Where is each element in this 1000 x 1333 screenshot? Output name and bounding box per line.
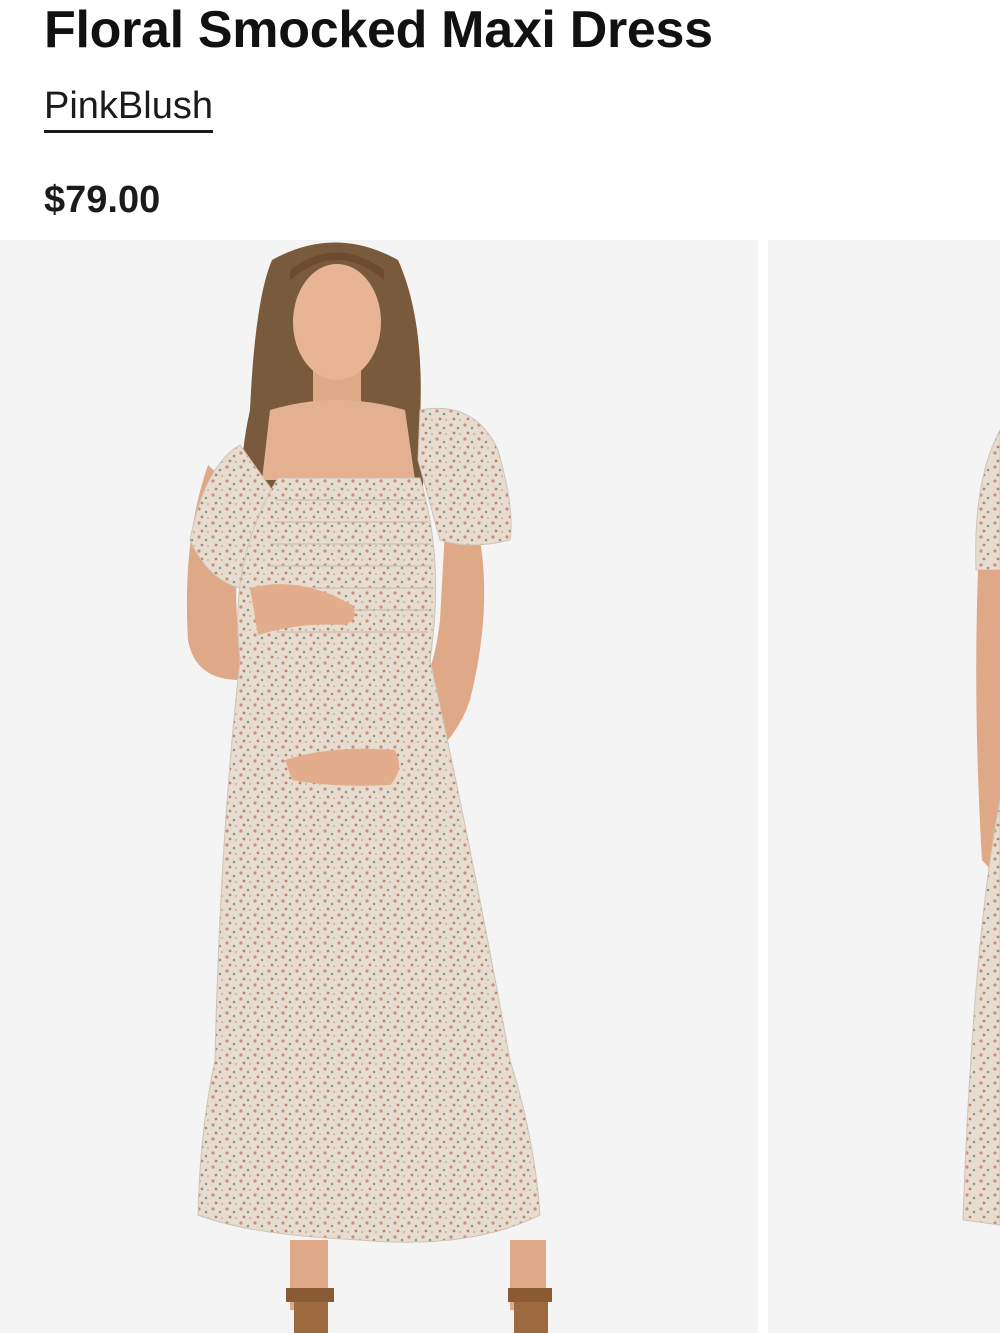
- brand-link[interactable]: PinkBlush: [44, 84, 213, 133]
- image-carousel[interactable]: [0, 240, 1000, 1333]
- product-image-main[interactable]: [0, 240, 758, 1333]
- product-photo: [186, 242, 552, 1333]
- product-photo-next: [962, 429, 1000, 1226]
- product-price: $79.00: [44, 179, 161, 221]
- product-image-next[interactable]: [768, 240, 1000, 1333]
- product-header: Floral Smocked Maxi Dress PinkBlush $79.…: [44, 0, 984, 221]
- product-title: Floral Smocked Maxi Dress: [44, 1, 713, 59]
